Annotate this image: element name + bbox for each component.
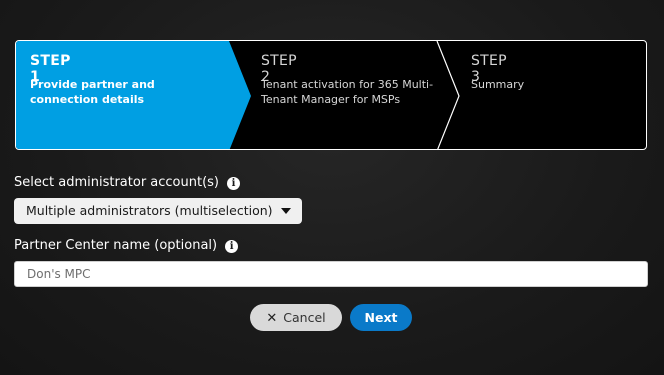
- cancel-button-label: Cancel: [283, 310, 326, 325]
- partner-center-label: Partner Center name (optional): [14, 238, 218, 253]
- close-icon: ✕: [266, 311, 278, 326]
- caret-down-icon: [281, 208, 291, 214]
- admin-account-select[interactable]: Multiple administrators (multiselection): [14, 198, 302, 224]
- info-icon[interactable]: i: [225, 240, 239, 253]
- next-button-label: Next: [364, 310, 398, 325]
- next-button[interactable]: Next: [350, 304, 412, 331]
- step-2-description: Tenant activation for 365 Multi-Tenant M…: [261, 78, 434, 106]
- step-3-description: Summary: [471, 78, 525, 91]
- partner-center-name-input[interactable]: [14, 261, 648, 287]
- admin-account-select-value: Multiple administrators (multiselection): [26, 203, 273, 218]
- cancel-button[interactable]: ✕ Cancel: [250, 304, 342, 331]
- step-1-description: Provide partner and connection details: [30, 78, 155, 106]
- wizard-steps: STEP 1 Provide partner and connection de…: [15, 40, 647, 150]
- admin-account-label: Select administrator account(s): [14, 175, 219, 190]
- admin-account-label-row: Select administrator account(s) i: [14, 175, 240, 190]
- info-icon[interactable]: i: [227, 177, 240, 190]
- partner-center-label-row: Partner Center name (optional) i: [14, 238, 239, 253]
